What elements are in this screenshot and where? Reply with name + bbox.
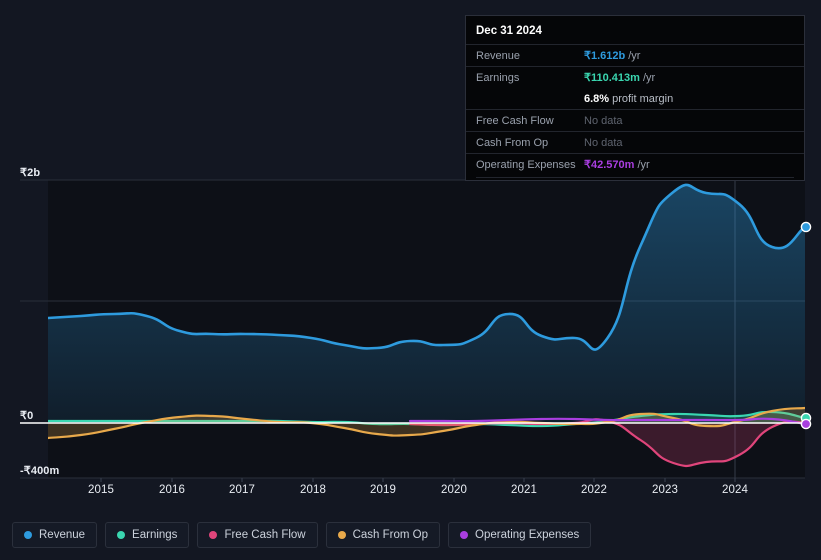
tooltip-row-amount: No data xyxy=(584,136,623,149)
tooltip-rows: Revenue ₹1.612b/yr Earnings ₹110.413m/yr 6.8… xyxy=(466,44,804,175)
tooltip-row: Operating Expenses ₹42.570m/yr xyxy=(466,153,804,175)
tooltip-row-unit: /yr xyxy=(637,159,650,171)
x-axis-tick-label: 2020 xyxy=(441,484,467,496)
tooltip-row: 6.8% profit margin xyxy=(466,88,804,109)
x-axis-tick-label: 2021 xyxy=(511,484,537,496)
x-axis-tick-label: 2016 xyxy=(159,484,185,496)
tooltip-row: Free Cash Flow No data xyxy=(466,109,804,131)
x-axis-tick-label: 2017 xyxy=(229,484,255,496)
x-axis-tick-label: 2019 xyxy=(370,484,396,496)
tooltip-row-label: Free Cash Flow xyxy=(476,114,554,127)
tooltip-row-label: Revenue xyxy=(476,49,521,62)
legend-color-dot-icon xyxy=(24,531,32,539)
tooltip-row-amount: ₹1.612b xyxy=(584,50,626,62)
x-axis-tick-label: 2023 xyxy=(652,484,678,496)
legend-item-label: Operating Expenses xyxy=(475,529,580,541)
tooltip-row: Earnings ₹110.413m/yr xyxy=(466,66,804,88)
legend-item-earnings[interactable]: Earnings xyxy=(105,522,190,548)
legend-item-label: Revenue xyxy=(39,529,86,541)
y-axis-tick-label: -₹400m xyxy=(20,465,60,477)
legend-color-dot-icon xyxy=(337,531,346,539)
legend-color-dot-icon xyxy=(117,531,126,539)
y-axis-tick-label: ₹2b xyxy=(20,167,41,179)
legend-item-free-cash-flow[interactable]: Free Cash Flow xyxy=(197,522,318,548)
x-axis-tick-label: 2022 xyxy=(581,484,607,496)
y-axis-tick-label: ₹0 xyxy=(20,410,34,422)
chart-legend: Revenue Earnings Free Cash Flow Cash From O… xyxy=(12,522,592,548)
legend-color-dot-icon xyxy=(209,531,218,539)
x-axis-tick-label: 2024 xyxy=(722,484,748,496)
tooltip-date: Dec 31 2024 xyxy=(476,25,542,37)
x-axis-tick-label: 2015 xyxy=(88,484,114,496)
tooltip-row-label: Operating Expenses xyxy=(476,158,576,171)
tooltip-row-value: No data xyxy=(584,115,623,127)
legend-item-cash-from-op[interactable]: Cash From Op xyxy=(325,522,441,548)
tooltip-row-label: Cash From Op xyxy=(476,136,549,149)
tooltip-row-amount: ₹42.570m xyxy=(584,159,635,171)
tooltip-row: Cash From Op No data xyxy=(466,131,804,153)
legend-item-label: Earnings xyxy=(132,529,178,541)
tooltip-row-amount: ₹110.413m xyxy=(584,72,640,84)
tooltip-row-value: ₹42.570m/yr xyxy=(584,158,650,171)
financial-chart: ₹2b ₹0 -₹400m 2015 2016 2017 2018 2019 2020 2021… xyxy=(0,0,821,560)
tooltip-row-value: ₹110.413m/yr xyxy=(584,71,655,84)
tooltip-row-label: Earnings xyxy=(476,71,520,84)
x-axis-tick-label: 2018 xyxy=(300,484,326,496)
legend-item-revenue[interactable]: Revenue xyxy=(12,522,98,548)
legend-item-label: Cash From Op xyxy=(352,529,429,541)
tooltip-row-unit: profit margin xyxy=(612,92,674,105)
tooltip-row-unit: /yr xyxy=(628,50,641,62)
tooltip-row-amount: No data xyxy=(584,114,623,127)
tooltip-bottom-divider xyxy=(476,177,794,178)
tooltip-row: Revenue ₹1.612b/yr xyxy=(466,44,804,66)
legend-item-operating-expenses[interactable]: Operating Expenses xyxy=(448,522,592,548)
legend-item-label: Free Cash Flow xyxy=(224,529,306,541)
chart-tooltip: Dec 31 2024 Revenue ₹1.612b/yr Earnings ₹11… xyxy=(465,15,805,181)
tooltip-row-amount: 6.8% xyxy=(584,92,610,105)
tooltip-row-value: ₹1.612b/yr xyxy=(584,49,640,62)
tooltip-row-value: No data xyxy=(584,137,623,149)
legend-color-dot-icon xyxy=(460,531,469,539)
tooltip-row-unit: /yr xyxy=(642,72,656,84)
tooltip-row-value: 6.8% profit margin xyxy=(584,93,673,105)
